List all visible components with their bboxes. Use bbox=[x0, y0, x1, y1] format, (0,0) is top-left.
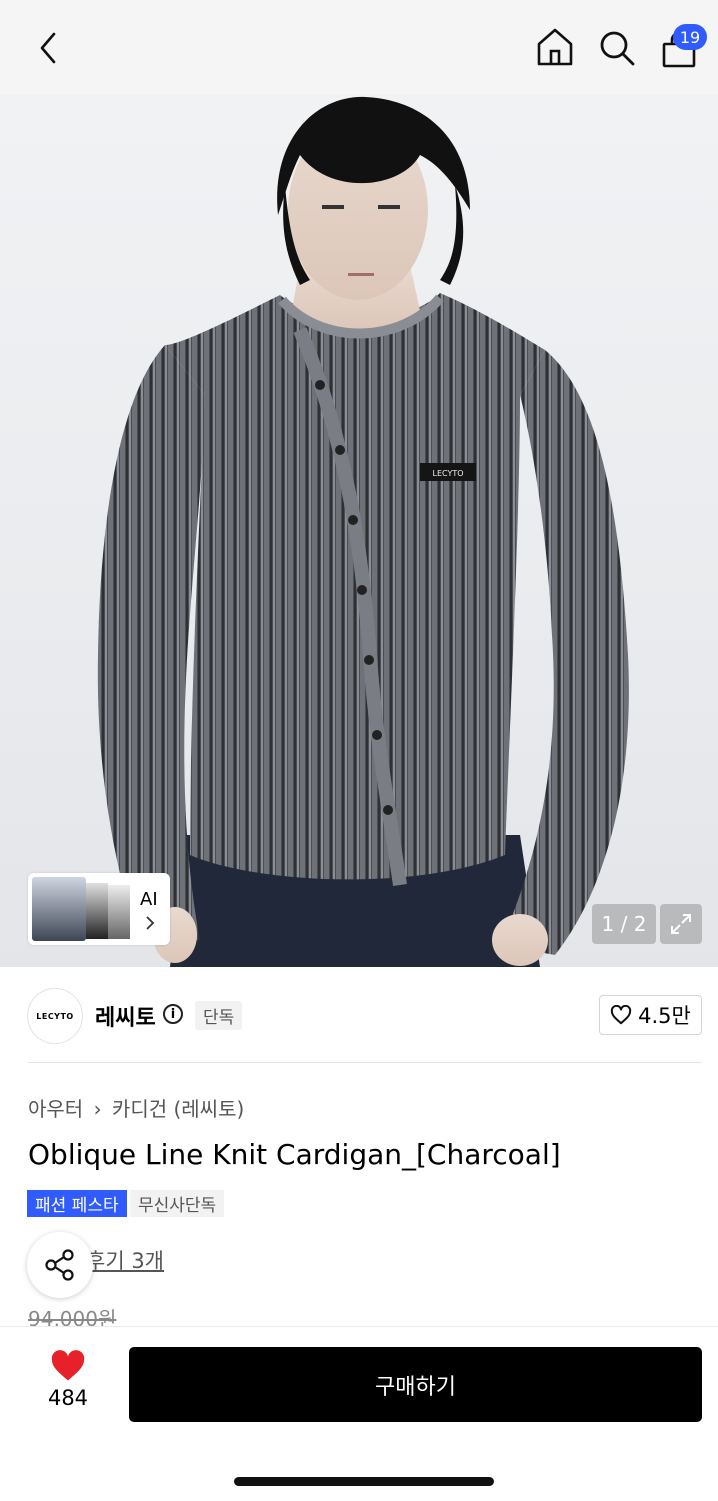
wishlist-count: 484 bbox=[47, 1386, 89, 1410]
exclusive-chip: 단독 bbox=[195, 1001, 243, 1030]
breadcrumb-separator-icon: › bbox=[93, 1097, 102, 1121]
ai-label: AI bbox=[140, 889, 158, 910]
brand-logo-text: LECYTO bbox=[36, 1011, 74, 1021]
heart-outline-icon bbox=[611, 1005, 632, 1025]
buy-button[interactable]: 구매하기 bbox=[129, 1347, 702, 1422]
home-button[interactable] bbox=[535, 26, 575, 68]
search-button[interactable] bbox=[597, 28, 637, 68]
thumbnail-image-3 bbox=[108, 885, 130, 939]
brand-name[interactable]: 레씨토 bbox=[95, 1000, 156, 1032]
fashion-festa-tag: 패션 페스타 bbox=[27, 1190, 127, 1217]
home-indicator bbox=[234, 1477, 494, 1486]
expand-icon bbox=[671, 914, 691, 934]
brand-like-button[interactable]: 4.5만 bbox=[599, 995, 702, 1035]
review-link[interactable]: 후기 3개 bbox=[86, 1245, 164, 1275]
chevron-right-icon bbox=[146, 916, 155, 930]
cart-count-badge: 19 bbox=[673, 24, 707, 50]
product-title: Oblique Line Knit Cardigan_[Charcoal] bbox=[28, 1138, 561, 1171]
musinsa-exclusive-tag: 무신사단독 bbox=[130, 1190, 225, 1217]
search-icon bbox=[600, 31, 635, 66]
sweater-logo: LECYTO bbox=[432, 469, 463, 478]
product-photo-illustration: LECYTO bbox=[97, 96, 629, 967]
info-icon[interactable]: i bbox=[163, 1004, 183, 1024]
thumbnail-image-2 bbox=[86, 883, 108, 939]
thumbnail-image-1 bbox=[32, 877, 86, 941]
product-image[interactable]: LECYTO bbox=[0, 95, 718, 967]
breadcrumb: 아우터 › 카디건 (레씨토) bbox=[28, 1093, 244, 1122]
expand-button[interactable] bbox=[660, 904, 702, 944]
divider bbox=[28, 1062, 702, 1063]
heart-filled-icon bbox=[51, 1350, 85, 1381]
breadcrumb-cardigan[interactable]: 카디건 (레씨토) bbox=[112, 1097, 244, 1121]
back-button[interactable] bbox=[30, 28, 66, 68]
image-counter: 1 / 2 bbox=[592, 904, 656, 944]
share-button[interactable] bbox=[27, 1232, 93, 1298]
top-bar: 19 bbox=[0, 0, 718, 95]
ai-lookbook-thumbnails[interactable]: AI bbox=[28, 873, 170, 945]
brand-like-count: 4.5만 bbox=[638, 1004, 691, 1028]
chevron-left-icon bbox=[40, 32, 56, 64]
wishlist-button[interactable]: 484 bbox=[28, 1350, 108, 1410]
breadcrumb-outer[interactable]: 아우터 bbox=[28, 1097, 83, 1121]
share-icon bbox=[45, 1249, 74, 1281]
brand-logo[interactable]: LECYTO bbox=[27, 988, 83, 1044]
home-icon bbox=[537, 28, 573, 66]
